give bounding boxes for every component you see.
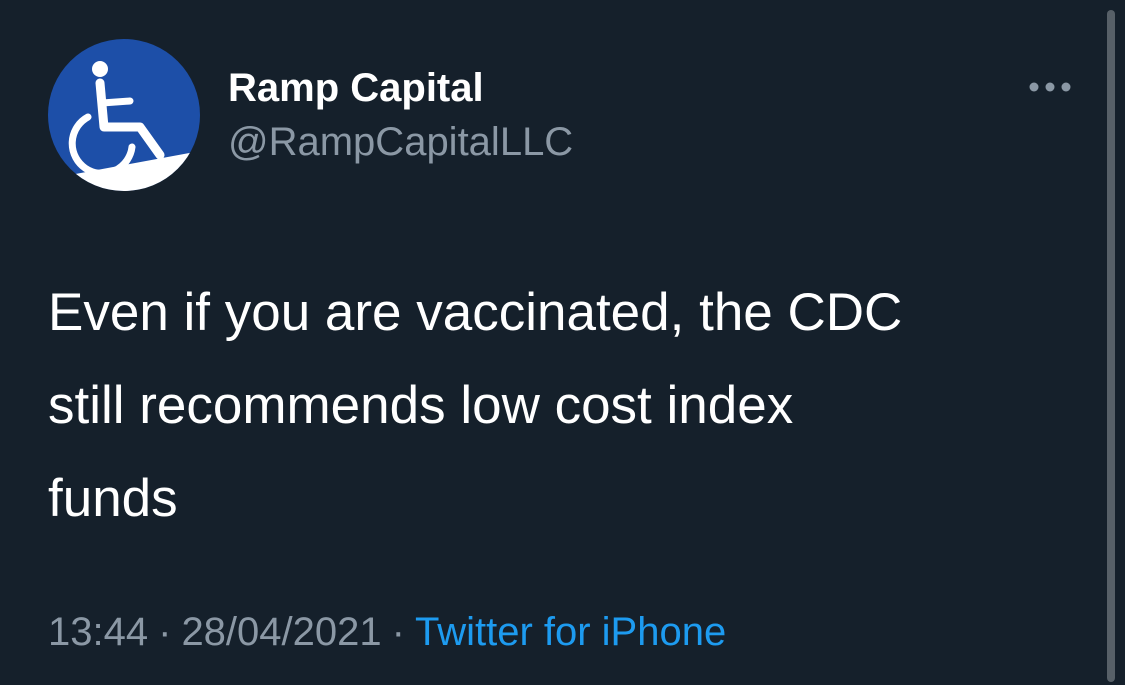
meta-separator: · [391,610,405,654]
more-options-button[interactable] [1022,72,1078,102]
more-dots-icon [1029,82,1071,92]
tweet-text-line: funds [48,469,178,528]
wheelchair-ramp-icon [68,61,200,191]
meta-separator: · [158,610,172,654]
tweet-meta: 13:44 · 28/04/2021 · Twitter for iPhone [48,608,726,656]
tweet-text-line: still recommends low cost index [48,376,794,435]
avatar[interactable] [48,39,200,191]
tweet-date[interactable]: 28/04/2021 [181,610,381,654]
tweet-card: Ramp Capital @RampCapitalLLC Even if you… [0,0,1125,685]
user-handle[interactable]: @RampCapitalLLC [228,118,573,166]
tweet-time[interactable]: 13:44 [48,610,148,654]
tweet-source-link[interactable]: Twitter for iPhone [415,610,726,654]
scrollbar[interactable] [1107,10,1115,682]
display-name[interactable]: Ramp Capital [228,64,484,112]
tweet-text: Even if you are vaccinated, the CDC stil… [48,266,1078,545]
tweet-text-line: Even if you are vaccinated, the CDC [48,283,903,342]
